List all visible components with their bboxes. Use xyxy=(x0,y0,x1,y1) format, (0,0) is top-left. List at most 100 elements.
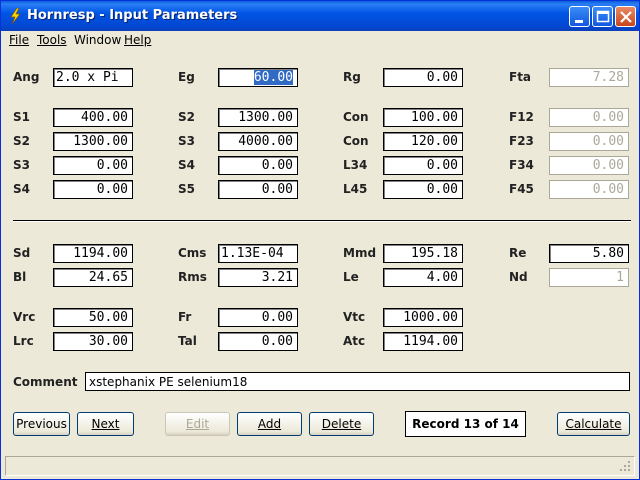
eg-field[interactable]: 60.00 xyxy=(218,68,298,87)
record-indicator: Record 13 of 14 xyxy=(405,411,526,437)
atc-label: Atc xyxy=(343,334,366,348)
fr-label: Fr xyxy=(178,310,192,324)
next-button[interactable]: Next xyxy=(77,412,134,436)
con-label-1: Con xyxy=(343,110,369,124)
cms-label: Cms xyxy=(178,246,207,260)
vtc-label: Vtc xyxy=(343,310,366,324)
previous-button[interactable]: Previous xyxy=(13,412,70,436)
re-field[interactable]: 5.80 xyxy=(549,244,629,263)
s3-field-a[interactable]: 4000.00 xyxy=(218,132,298,151)
l34-label: L34 xyxy=(343,158,368,172)
s4-field-b[interactable]: 0.00 xyxy=(53,180,133,199)
vrc-label: Vrc xyxy=(13,310,36,324)
l45-field[interactable]: 0.00 xyxy=(383,180,463,199)
f45-label: F45 xyxy=(509,182,534,196)
close-icon xyxy=(620,11,632,23)
bl-label: Bl xyxy=(13,270,27,284)
s2-label-b: S2 xyxy=(13,134,30,148)
fta-label: Fta xyxy=(509,70,532,84)
delete-button[interactable]: Delete xyxy=(309,412,374,436)
comment-field[interactable]: xstephanix PE selenium18 xyxy=(85,372,630,391)
minimize-button[interactable] xyxy=(569,6,590,27)
close-button[interactable] xyxy=(615,6,636,27)
con-field-1[interactable]: 100.00 xyxy=(383,108,463,127)
mmd-label: Mmd xyxy=(343,246,377,260)
f12-field: 0.00 xyxy=(549,108,629,127)
nd-label: Nd xyxy=(509,270,528,284)
ang-label: Ang xyxy=(13,70,40,84)
con-field-2[interactable]: 120.00 xyxy=(383,132,463,151)
tal-field[interactable]: 0.00 xyxy=(218,332,298,351)
lrc-field[interactable]: 30.00 xyxy=(53,332,133,351)
f23-label: F23 xyxy=(509,134,534,148)
add-button-label: Add xyxy=(257,417,282,431)
fr-field[interactable]: 0.00 xyxy=(218,308,298,327)
title-bar[interactable]: Hornresp - Input Parameters xyxy=(1,1,639,31)
vrc-field[interactable]: 50.00 xyxy=(53,308,133,327)
f45-field: 0.00 xyxy=(549,180,629,199)
menu-help-label: Help xyxy=(124,33,152,47)
eg-label: Eg xyxy=(178,70,195,84)
edit-button: Edit xyxy=(165,412,230,436)
nd-field: 1 xyxy=(549,268,629,287)
rms-field[interactable]: 3.21 xyxy=(218,268,298,287)
rg-label: Rg xyxy=(343,70,361,84)
re-label: Re xyxy=(509,246,527,260)
add-button[interactable]: Add xyxy=(237,412,302,436)
cms-field[interactable]: 1.13E-04 xyxy=(218,244,298,263)
tal-label: Tal xyxy=(178,334,197,348)
status-bar xyxy=(5,456,635,476)
lrc-label: Lrc xyxy=(13,334,34,348)
previous-button-label: Previous xyxy=(16,417,67,431)
comment-label: Comment xyxy=(13,375,78,389)
sd-field[interactable]: 1194.00 xyxy=(53,244,133,263)
s2-label-a: S2 xyxy=(178,110,195,124)
fta-field: 7.28 xyxy=(549,68,629,87)
menu-help[interactable]: Help xyxy=(124,33,151,47)
eg-value: 60.00 xyxy=(253,70,293,85)
menu-tools-label: Tools xyxy=(37,33,67,47)
s3-field-b[interactable]: 0.00 xyxy=(53,156,133,175)
delete-button-label: Delete xyxy=(321,417,362,431)
l34-field[interactable]: 0.00 xyxy=(383,156,463,175)
s1-label: S1 xyxy=(13,110,30,124)
separator-line xyxy=(13,220,631,222)
rms-label: Rms xyxy=(178,270,207,284)
calculate-button[interactable]: Calculate xyxy=(557,412,630,436)
mmd-field[interactable]: 195.18 xyxy=(383,244,463,263)
f23-field: 0.00 xyxy=(549,132,629,151)
lightning-bolt-icon xyxy=(10,8,21,24)
s1-field[interactable]: 400.00 xyxy=(53,108,133,127)
s3-label-b: S3 xyxy=(13,158,30,172)
le-field[interactable]: 4.00 xyxy=(383,268,463,287)
maximize-button[interactable] xyxy=(592,6,613,27)
sd-label: Sd xyxy=(13,246,31,260)
s3-label-a: S3 xyxy=(178,134,195,148)
menu-tools[interactable]: Tools xyxy=(37,33,67,47)
bl-field[interactable]: 24.65 xyxy=(53,268,133,287)
ang-field[interactable]: 2.0 x Pi xyxy=(53,68,133,87)
hornresp-window: Hornresp - Input Parameters File Tools W… xyxy=(0,0,640,480)
minimize-icon xyxy=(575,20,583,23)
menu-file-label: File xyxy=(9,33,30,47)
le-label: Le xyxy=(343,270,359,284)
atc-field[interactable]: 1194.00 xyxy=(383,332,463,351)
f12-label: F12 xyxy=(509,110,534,124)
calculate-button-label: Calculate xyxy=(565,417,622,431)
s5-field[interactable]: 0.00 xyxy=(218,180,298,199)
window-title: Hornresp - Input Parameters xyxy=(27,8,238,23)
menu-file[interactable]: File xyxy=(9,33,29,47)
l45-label: L45 xyxy=(343,182,368,196)
f34-label: F34 xyxy=(509,158,534,172)
s4-field-a[interactable]: 0.00 xyxy=(218,156,298,175)
rg-field[interactable]: 0.00 xyxy=(383,68,463,87)
maximize-icon xyxy=(596,10,610,23)
s2-field-a[interactable]: 1300.00 xyxy=(218,108,298,127)
f34-field: 0.00 xyxy=(549,156,629,175)
next-button-label: Next xyxy=(91,417,120,431)
s2-field-b[interactable]: 1300.00 xyxy=(53,132,133,151)
con-label-2: Con xyxy=(343,134,369,148)
menu-window[interactable]: Window xyxy=(74,33,121,47)
resize-grip-icon[interactable] xyxy=(619,460,631,472)
vtc-field[interactable]: 1000.00 xyxy=(383,308,463,327)
